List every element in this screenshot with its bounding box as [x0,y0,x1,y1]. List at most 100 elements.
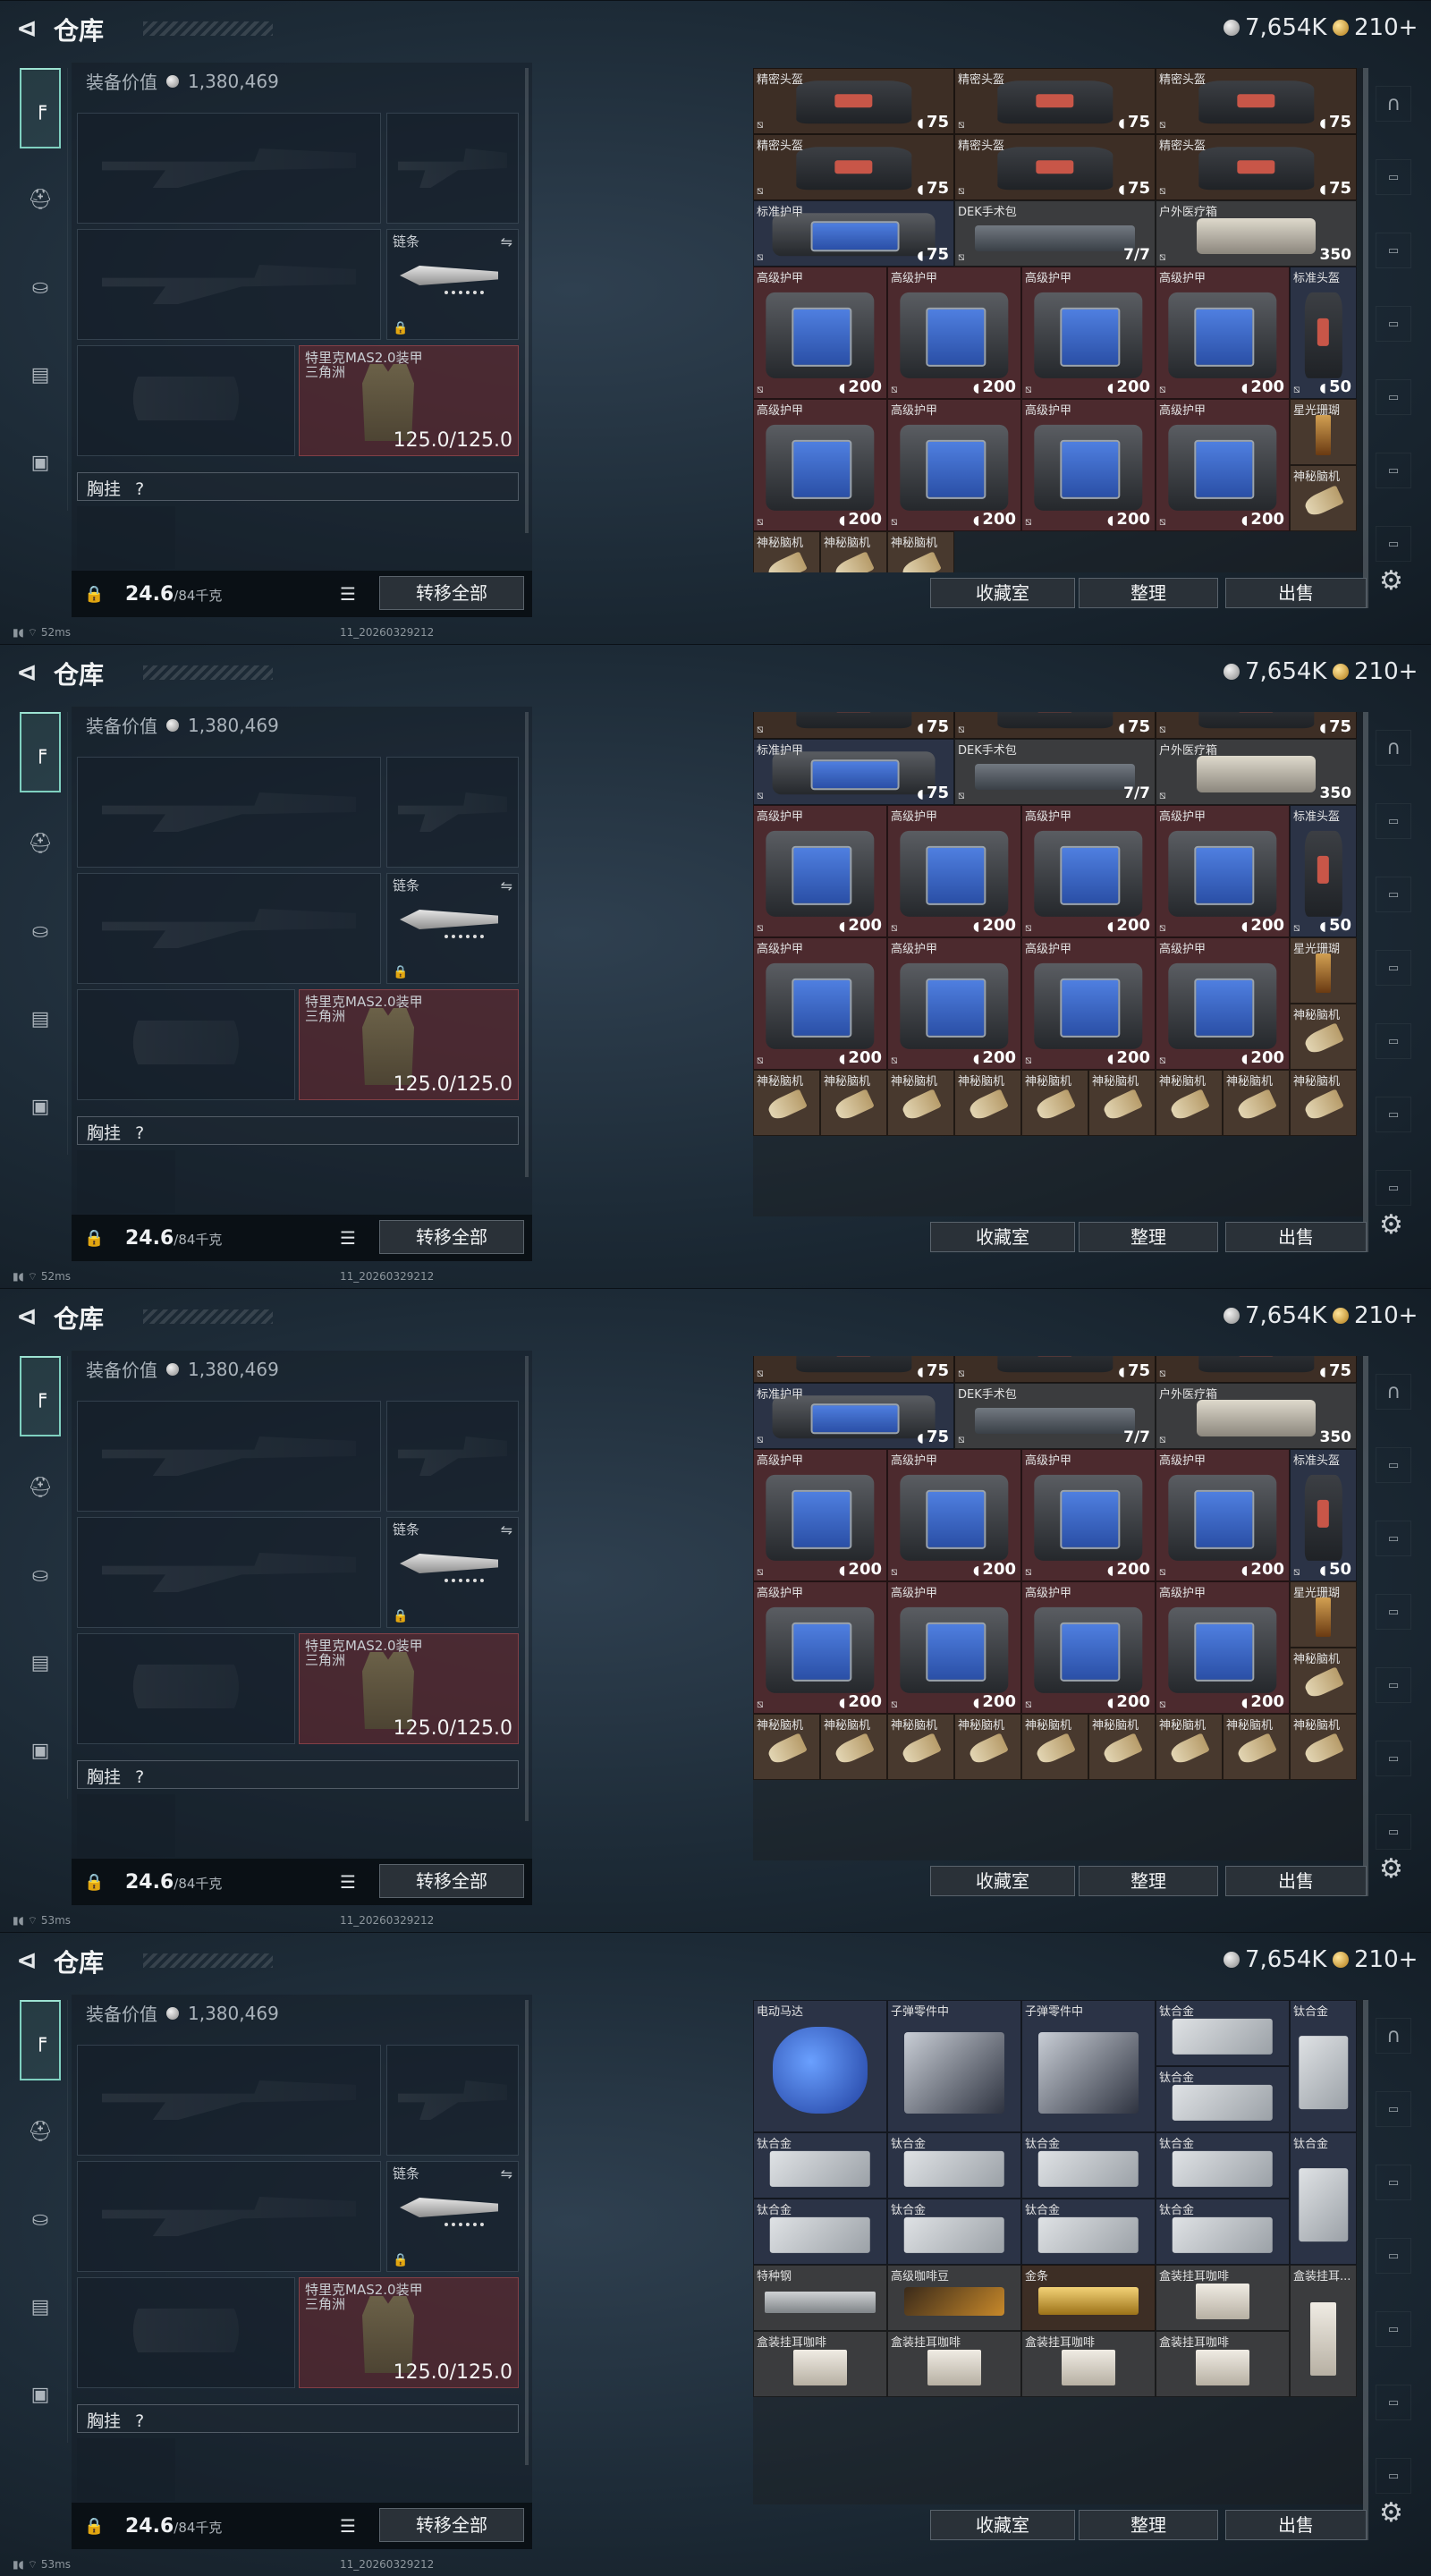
tab-helmet[interactable]: ⛑ [20,823,61,864]
storage-item[interactable]: 75 ⧅ [954,1356,1156,1383]
storage-item[interactable]: 盒装挂耳咖啡 [753,2331,887,2397]
storage-item[interactable]: 神秘脑机 [1290,1003,1357,1070]
sort-button[interactable]: 整理 [1079,578,1218,608]
secondary-weapon-slot[interactable] [77,1517,381,1628]
storage-item[interactable]: DEK手术包 7/7 ⧅ [954,200,1156,267]
storage-item[interactable]: 子弹零件中 [1021,2000,1156,2132]
storage-item[interactable]: 神秘脑机 [1088,1713,1156,1780]
help-icon[interactable]: ? [135,479,144,499]
tab-case[interactable]: ▣ [20,1086,61,1127]
back-arrow-icon[interactable]: ⊲ [14,1301,39,1331]
storage-item[interactable]: 神秘脑机 [753,531,820,572]
storage-item[interactable]: 精密头盔 75 ⧅ [753,68,954,134]
storage-item[interactable]: 神秘脑机 [1290,1069,1357,1136]
storage-tab-2[interactable]: ▭ [1376,803,1411,839]
list-icon[interactable]: ☰ [340,2515,356,2537]
help-icon[interactable]: ? [135,1767,144,1787]
storage-item[interactable]: 高级护甲 200 ⧅ [753,1448,887,1581]
collection-button[interactable]: 收藏室 [930,1222,1075,1252]
storage-item[interactable]: 星光珊瑚 [1290,399,1357,465]
tab-case[interactable]: ▣ [20,1730,61,1771]
gold-currency[interactable]: 210+ [1333,1946,1418,1973]
storage-item[interactable]: DEK手术包 7/7 ⧅ [954,1382,1156,1449]
storage-item[interactable]: 75 ⧅ [1156,712,1357,739]
storage-item[interactable]: 高级护甲 200 ⧅ [1156,1580,1290,1714]
sell-button[interactable]: 出售 [1225,1866,1367,1896]
tab-clipboard[interactable]: ▤ [20,354,61,395]
storage-item[interactable]: 高级护甲 200 ⧅ [887,804,1021,937]
help-icon[interactable]: ? [135,1123,144,1143]
silver-currency[interactable]: 7,654K [1224,14,1326,41]
tab-helmet[interactable]: ⛑ [20,179,61,220]
helmet-slot[interactable] [77,345,295,456]
sort-button[interactable]: 整理 [1079,1222,1218,1252]
storage-item[interactable]: 神秘脑机 [1290,465,1357,531]
storage-item[interactable]: 高级护甲 200 ⧅ [1156,399,1290,531]
chest-rig-row[interactable]: 胸挂 ? [77,1760,519,1789]
storage-item[interactable]: 高级护甲 200 ⧅ [1156,1448,1290,1581]
secondary-weapon-slot[interactable] [77,229,381,340]
gear-icon[interactable]: ⚙ [1379,2497,1403,2529]
storage-item[interactable]: 神秘脑机 [1290,1647,1357,1714]
storage-item[interactable]: 高级护甲 200 ⧅ [753,936,887,1070]
storage-item[interactable]: 特种钢 [753,2265,887,2331]
storage-item[interactable]: 75 ⧅ [753,1356,954,1383]
equipment-scrollbar[interactable] [525,68,529,533]
storage-item[interactable]: 标准头盔 50 ⧅ [1290,1448,1357,1581]
storage-item[interactable]: 高级护甲 200 ⧅ [1156,267,1290,399]
tab-weapons[interactable]: ╒ [20,2000,61,2080]
storage-item[interactable]: 标准护甲 75 ⧅ [753,738,954,805]
melee-slot[interactable]: 链条 ⇋ 🔒 [386,873,519,984]
gear-icon[interactable]: ⚙ [1379,565,1403,597]
collection-button[interactable]: 收藏室 [930,1866,1075,1896]
storage-scrollbar[interactable] [1363,712,1368,1252]
storage-item[interactable]: 钛合金 [887,2132,1021,2199]
storage-item[interactable]: 神秘脑机 [954,1069,1021,1136]
storage-tab-7[interactable]: ▭ [1376,1814,1411,1850]
storage-item[interactable]: 盒装挂耳咖啡 [1156,2265,1290,2331]
tab-backpack[interactable]: ⛀ [20,2199,61,2240]
storage-item[interactable]: 高级护甲 200 ⧅ [1156,804,1290,937]
storage-tab-3[interactable]: ▭ [1376,877,1411,912]
equipment-scrollbar[interactable] [525,1356,529,1821]
storage-item[interactable]: 75 ⧅ [1156,1356,1357,1383]
storage-item[interactable]: 标准头盔 50 ⧅ [1290,804,1357,937]
storage-item[interactable]: 精密头盔 75 ⧅ [753,134,954,200]
storage-tab-5[interactable]: ▭ [1376,1023,1411,1059]
tab-clipboard[interactable]: ▤ [20,2286,61,2327]
storage-item[interactable]: 神秘脑机 [887,531,954,572]
tab-weapons[interactable]: ╒ [20,68,61,148]
primary-weapon-slot[interactable] [77,1401,381,1512]
storage-item[interactable]: 高级护甲 200 ⧅ [1021,1448,1156,1581]
storage-item[interactable]: 钛合金 [1156,2000,1290,2066]
transfer-all-button[interactable]: 转移全部 [379,1220,524,1254]
storage-item[interactable]: 高级咖啡豆 [887,2265,1021,2331]
tab-clipboard[interactable]: ▤ [20,1642,61,1683]
storage-item[interactable]: 精密头盔 75 ⧅ [1156,134,1357,200]
storage-item[interactable]: 神秘脑机 [1223,1069,1290,1136]
storage-item[interactable]: 神秘脑机 [1156,1713,1223,1780]
storage-item[interactable]: 户外医疗箱 350 ⧅ [1156,200,1357,267]
tab-case[interactable]: ▣ [20,442,61,483]
storage-item[interactable]: 神秘脑机 [753,1069,820,1136]
storage-item[interactable]: 神秘脑机 [887,1713,954,1780]
gold-currency[interactable]: 210+ [1333,14,1418,41]
tab-helmet[interactable]: ⛑ [20,1467,61,1508]
storage-item[interactable]: 高级护甲 200 ⧅ [1021,936,1156,1070]
backpack-slot[interactable] [77,1150,175,1213]
sort-button[interactable]: 整理 [1079,2510,1218,2540]
storage-item[interactable]: 高级护甲 200 ⧅ [1021,1580,1156,1714]
storage-item[interactable]: 子弹零件中 [887,2000,1021,2132]
gear-icon[interactable]: ⚙ [1379,1209,1403,1241]
collection-button[interactable]: 收藏室 [930,578,1075,608]
storage-tab-2[interactable]: ▭ [1376,159,1411,195]
storage-item[interactable]: 标准头盔 50 ⧅ [1290,267,1357,399]
storage-item[interactable]: 盒装挂耳... [1290,2265,1357,2397]
silver-currency[interactable]: 7,654K [1224,1946,1326,1973]
chest-rig-row[interactable]: 胸挂 ? [77,2404,519,2433]
tab-weapons[interactable]: ╒ [20,1356,61,1436]
storage-tab-5[interactable]: ▭ [1376,379,1411,415]
storage-item[interactable]: 高级护甲 200 ⧅ [1156,936,1290,1070]
sell-button[interactable]: 出售 [1225,578,1367,608]
storage-item[interactable]: 金条 [1021,2265,1156,2331]
